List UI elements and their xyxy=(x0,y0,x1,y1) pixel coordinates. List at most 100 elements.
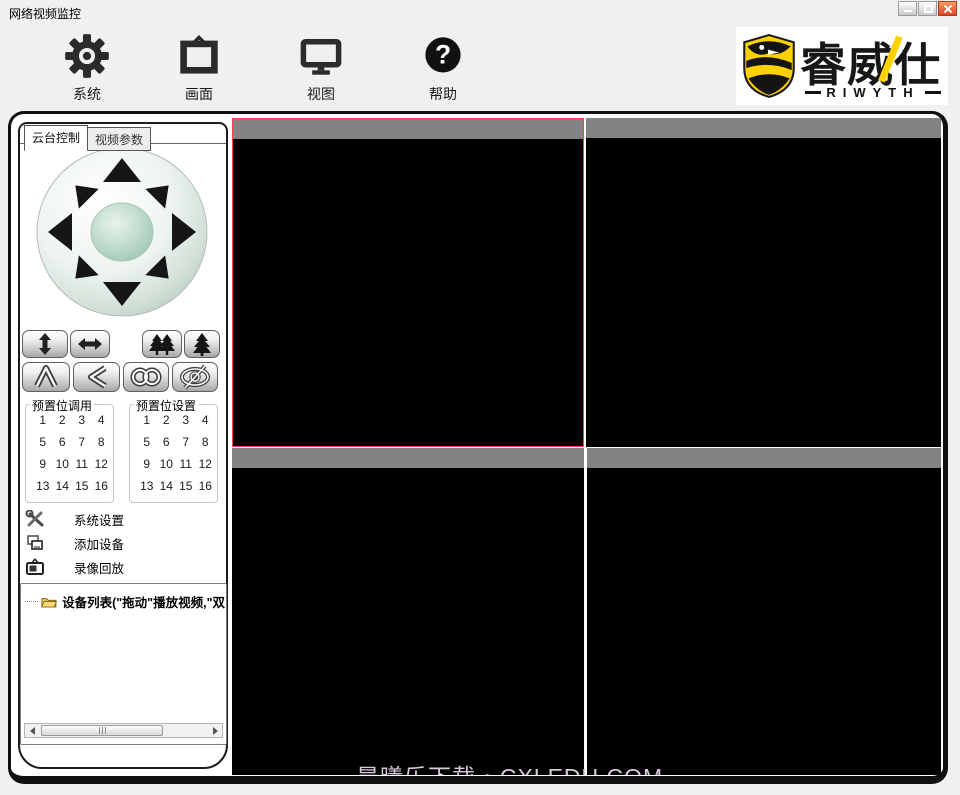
iris-open-icon xyxy=(34,365,58,388)
video-panel-2[interactable] xyxy=(586,118,941,447)
system-settings-label: 系统设置 xyxy=(74,513,125,528)
scroll-thumb[interactable] xyxy=(41,725,163,736)
tab-video-params[interactable]: 视频参数 xyxy=(88,127,152,151)
preset-set-group: 预置位设置 1 2 3 4 5 6 7 8 9 10 11 12 13 14 15 16 xyxy=(129,397,218,503)
playback-button[interactable]: 录像回放 xyxy=(24,557,204,577)
scroll-right-arrow[interactable] xyxy=(208,724,222,737)
tree-connector xyxy=(25,601,39,602)
preset-number[interactable]: 11 xyxy=(176,457,196,471)
preset-number[interactable]: 2 xyxy=(53,413,73,427)
preset-number[interactable]: 6 xyxy=(53,435,73,449)
scroll-left-arrow[interactable] xyxy=(25,724,39,737)
preset-number[interactable]: 14 xyxy=(157,479,177,493)
toolbar-view-button[interactable]: 视图 xyxy=(278,32,364,104)
preset-number[interactable]: 4 xyxy=(196,413,216,427)
ptz-wheel[interactable] xyxy=(36,147,208,317)
video-panel-1-titlebar xyxy=(233,119,583,139)
preset-number[interactable]: 13 xyxy=(137,479,157,493)
preset-number[interactable]: 15 xyxy=(72,479,92,493)
preset-number[interactable]: 9 xyxy=(137,457,157,471)
video-panel-3-titlebar xyxy=(232,448,584,468)
toolbar-screen-button[interactable]: 画面 xyxy=(156,32,242,104)
preset-number[interactable]: 10 xyxy=(157,457,177,471)
device-tree-root[interactable]: 设备列表("拖动"播放视频,"双 xyxy=(25,592,225,611)
tab-ptz-control[interactable]: 云台控制 xyxy=(24,125,89,151)
preset-number[interactable]: 1 xyxy=(33,413,53,427)
pan-horizontal-button[interactable] xyxy=(70,330,110,358)
video-panel-4-titlebar xyxy=(586,448,941,468)
add-device-label: 添加设备 xyxy=(74,537,125,552)
focus-far-button[interactable] xyxy=(123,362,169,392)
logo-dash-right xyxy=(924,91,941,94)
brand-logo: 睿威仕 RIWYTH xyxy=(736,27,948,105)
toolbar-screen-label: 画面 xyxy=(185,86,213,102)
video-panel-3[interactable] xyxy=(232,448,584,775)
preset-number[interactable]: 5 xyxy=(33,435,53,449)
help-icon: ? xyxy=(400,32,486,80)
toolbar-help-button[interactable]: ? 帮助 xyxy=(400,32,486,104)
panel-divider xyxy=(585,448,587,775)
toolbar-system-button[interactable]: 系统 xyxy=(44,32,130,104)
preset-number[interactable]: 10 xyxy=(53,457,73,471)
window-title: 网络视频监控 xyxy=(9,7,82,21)
preset-number[interactable]: 11 xyxy=(72,457,92,471)
minimize-icon xyxy=(904,10,912,12)
add-device-icon xyxy=(24,534,46,552)
preset-number[interactable]: 16 xyxy=(196,479,216,493)
preset-number[interactable]: 12 xyxy=(92,457,112,471)
iris-open-button[interactable] xyxy=(22,362,70,392)
toolbar-system-label: 系统 xyxy=(73,86,101,102)
preset-number[interactable]: 8 xyxy=(92,435,112,449)
preset-number[interactable]: 7 xyxy=(176,435,196,449)
logo-dash-left xyxy=(805,91,822,94)
shield-eagle-icon xyxy=(743,33,795,99)
zoom-in-button[interactable] xyxy=(184,330,220,358)
pan-horizontal-icon xyxy=(78,338,102,350)
preset-number[interactable]: 8 xyxy=(196,435,216,449)
tv-icon xyxy=(24,558,46,576)
preset-number[interactable]: 6 xyxy=(157,435,177,449)
preset-number[interactable]: 9 xyxy=(33,457,53,471)
folder-icon xyxy=(41,597,58,607)
preset-number[interactable]: 3 xyxy=(72,413,92,427)
toolbar-help-label: 帮助 xyxy=(429,86,457,102)
preset-set-title: 预置位设置 xyxy=(134,397,199,414)
preset-set-grid: 1 2 3 4 5 6 7 8 9 10 11 12 13 14 15 16 xyxy=(137,413,215,493)
tools-icon xyxy=(24,510,46,528)
video-panel-4[interactable] xyxy=(586,448,941,775)
zoom-out-trees-icon xyxy=(149,334,175,355)
sidebar-tabs: 云台控制 视频参数 xyxy=(24,125,152,151)
preset-number[interactable]: 15 xyxy=(176,479,196,493)
video-panel-1[interactable] xyxy=(232,118,584,447)
close-button[interactable] xyxy=(938,1,957,16)
system-settings-button[interactable]: 系统设置 xyxy=(24,509,204,529)
preset-number[interactable]: 7 xyxy=(72,435,92,449)
zoom-in-tree-icon xyxy=(193,333,211,356)
horizontal-scrollbar[interactable] xyxy=(24,723,223,738)
focus-near-button[interactable] xyxy=(73,362,120,392)
focus-chevron-icon xyxy=(87,365,107,389)
preset-number[interactable]: 16 xyxy=(92,479,112,493)
maximize-button[interactable] xyxy=(918,1,937,16)
preset-number[interactable]: 4 xyxy=(92,413,112,427)
preset-number[interactable]: 2 xyxy=(157,413,177,427)
video-grid: 晨曦乐下载 • CXLEDU.COM xyxy=(232,118,941,775)
preset-number[interactable]: 13 xyxy=(33,479,53,493)
add-device-button[interactable]: 添加设备 xyxy=(24,533,204,553)
toolbar-view-label: 视图 xyxy=(307,86,335,102)
zoom-out-button[interactable] xyxy=(142,330,182,358)
svg-text:?: ? xyxy=(435,40,451,70)
pan-vertical-button[interactable] xyxy=(22,330,68,358)
app-window: { "window": { "title": "网络视频监控" }, "wind… xyxy=(0,0,960,795)
preset-number[interactable]: 12 xyxy=(196,457,216,471)
ptz-center-knob[interactable] xyxy=(90,202,154,262)
preset-number[interactable]: 14 xyxy=(53,479,73,493)
video-panel-2-titlebar xyxy=(586,118,941,138)
preset-number[interactable]: 3 xyxy=(176,413,196,427)
preset-number[interactable]: 1 xyxy=(137,413,157,427)
minimize-button[interactable] xyxy=(898,1,917,16)
pan-vertical-icon xyxy=(39,333,51,355)
preset-number[interactable]: 5 xyxy=(137,435,157,449)
iris-close-button[interactable] xyxy=(172,362,218,392)
preset-call-title: 预置位调用 xyxy=(30,397,95,414)
